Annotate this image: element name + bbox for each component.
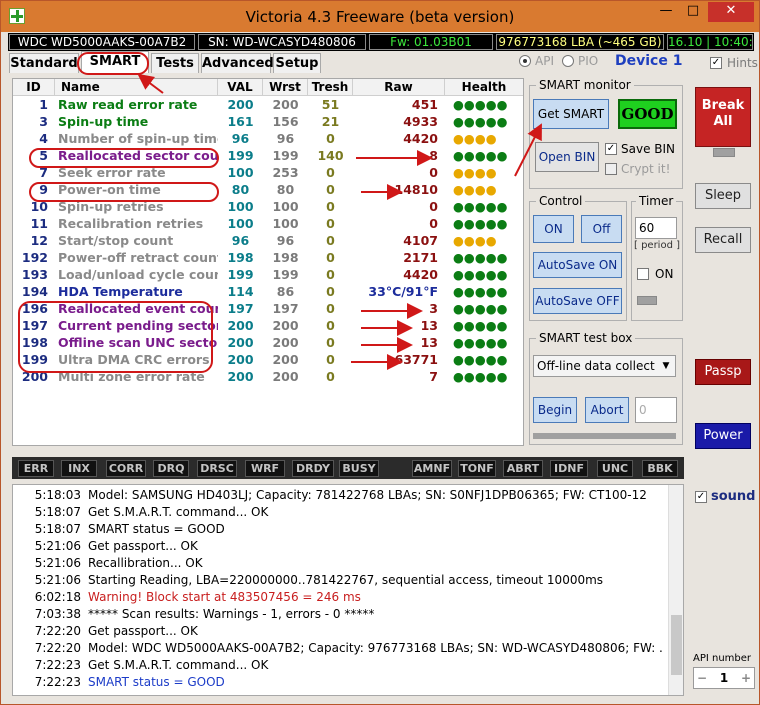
- annotation-arrows: [137, 73, 542, 370]
- arrow-to-get-smart: [514, 123, 542, 177]
- app-window: Victoria 4.3 Freeware (beta version) — □…: [0, 0, 760, 705]
- arrow-to-smart-tab: [137, 73, 164, 94]
